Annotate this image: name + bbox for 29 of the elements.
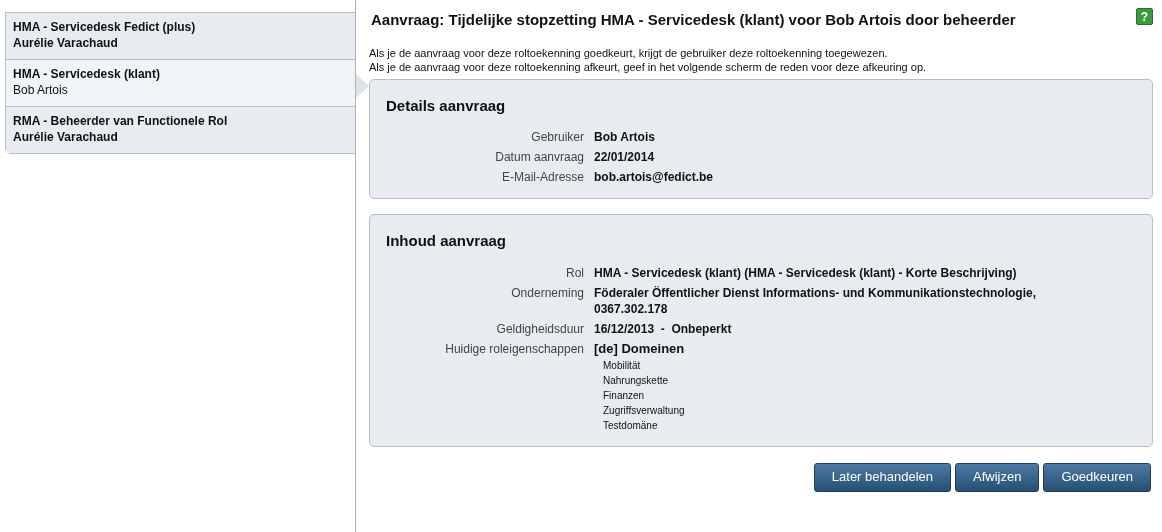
field-label: Datum aanvraag [494, 149, 584, 165]
field-value: 22/01/2014 [594, 149, 656, 165]
sidebar-item[interactable]: RMA - Beheerder van Functionele Rol Aurélie Varachaud [6, 106, 355, 153]
domain-item: Testdomäne [603, 418, 659, 433]
domain-item: Nahrungskette [603, 373, 670, 388]
page-title: Aanvraag: Tijdelijke stopzetting HMA - Servicedesk (klant) voor Bob Artois door beheerder [370, 10, 1016, 30]
field-label: Onderneming [510, 284, 584, 302]
intro-text: Als je de aanvraag voor deze roltoekenning afkeurt, geef in het volgende scherm de reden voor deze afkeuring op. [369, 59, 928, 74]
help-icon[interactable]: ? [1136, 8, 1153, 25]
action-button[interactable]: Goedkeuren [1043, 462, 1151, 492]
field-value: Föderaler Öffentlicher Dienst Informations- und Kommunikationstechnologie, 0367.302.178 [594, 284, 1038, 317]
field-label: Rol [565, 264, 584, 281]
panel-heading: Details aanvraag [386, 95, 507, 116]
action-button[interactable]: Afwijzen [955, 462, 1040, 492]
field-value: HMA - Servicedesk (klant) (HMA - Servicedesk (klant) - Korte Beschrijving) [594, 264, 1018, 281]
field-label: Geldigheidsduur [495, 320, 584, 337]
action-button[interactable]: Later behandelen [813, 462, 951, 492]
field-label: E-Mail-Adresse [500, 169, 584, 185]
panel-heading: Inhoud aanvraag [386, 231, 508, 251]
group-heading: [de] Domeinen [594, 340, 686, 357]
domain-item: Finanzen [603, 388, 646, 403]
field-label: Huidige roleigenschappen [444, 340, 584, 358]
domain-item: Zugriffsverwaltung [603, 403, 686, 418]
field-value: Bob Artois [594, 129, 656, 145]
domain-item: Mobilität [603, 358, 642, 373]
field-label: Gebruiker [530, 129, 584, 145]
field-value: 16/12/2013 - Onbeperkt [594, 320, 733, 337]
field-value: bob.artois@fedict.be [594, 169, 715, 185]
intro-text: Als je de aanvraag voor deze roltoekenning goedkeurt, krijgt de gebruiker deze roltoekenning toegewezen. [369, 45, 889, 60]
